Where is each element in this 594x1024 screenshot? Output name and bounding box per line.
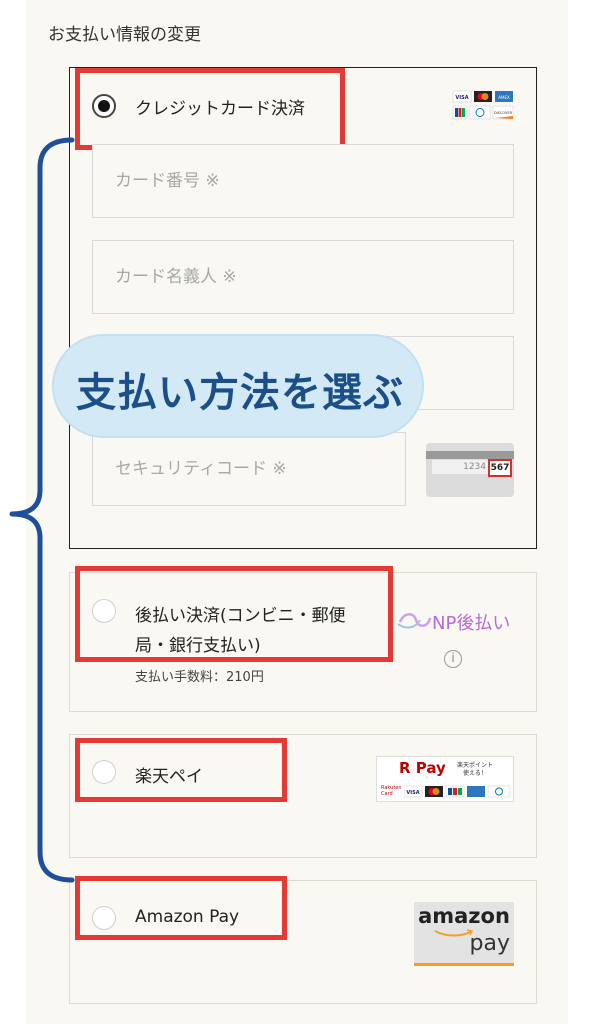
deferred-payment-highlight [75,566,393,662]
rakuten-pay-highlight [75,738,287,802]
cvv-digits: 567 [488,459,512,477]
rakuten-pay-logo-sub2: 使える！ [463,770,487,777]
security-code-card-image: 1234 567 [426,443,514,497]
svg-text:VISA: VISA [406,790,419,796]
svg-text:DISCOVER: DISCOVER [494,111,513,115]
card-number-input[interactable] [93,145,513,217]
rakuten-card-brands-icon: VISA [404,785,511,798]
rakuten-pay-logo-title: R Pay [399,759,446,777]
svg-text:AMEX: AMEX [498,95,510,100]
deferred-payment-fee: 支払い手数料：210円 [135,670,264,685]
security-code-field[interactable] [92,432,406,506]
np-swirl-icon [397,613,432,629]
np-logo: NP後払い [396,607,516,635]
security-code-input[interactable] [93,433,405,505]
card-name-input[interactable] [93,241,513,313]
annotation-text: 支払い方法を選ぶ [76,370,404,416]
credit-card-highlight [75,68,345,150]
amazon-pay-logo-text: pay [469,931,510,956]
info-icon[interactable]: i [444,650,462,668]
annotation-bubble: 支払い方法を選ぶ [52,334,424,438]
rakuten-card-logo: Rakuten Card [381,785,402,797]
signature-strip: 1234 [432,460,488,474]
rakuten-pay-logo: R Pay 楽天ポイント 使える！ Rakuten Card VISA [376,756,514,802]
card-name-field[interactable] [92,240,514,314]
svg-text:VISA: VISA [455,95,468,101]
bracket-icon [9,137,75,883]
section-title: お支払い情報の変更 [48,25,201,45]
amazon-pay-logo: amazon pay [414,902,514,966]
amazon-pay-highlight [75,876,287,940]
amazon-logo-text: amazon [418,904,510,928]
np-logo-text: NP後払い [432,613,511,634]
card-brands-icon: VISA AMEX DISCOVER [452,90,514,120]
card-number-field[interactable] [92,144,514,218]
